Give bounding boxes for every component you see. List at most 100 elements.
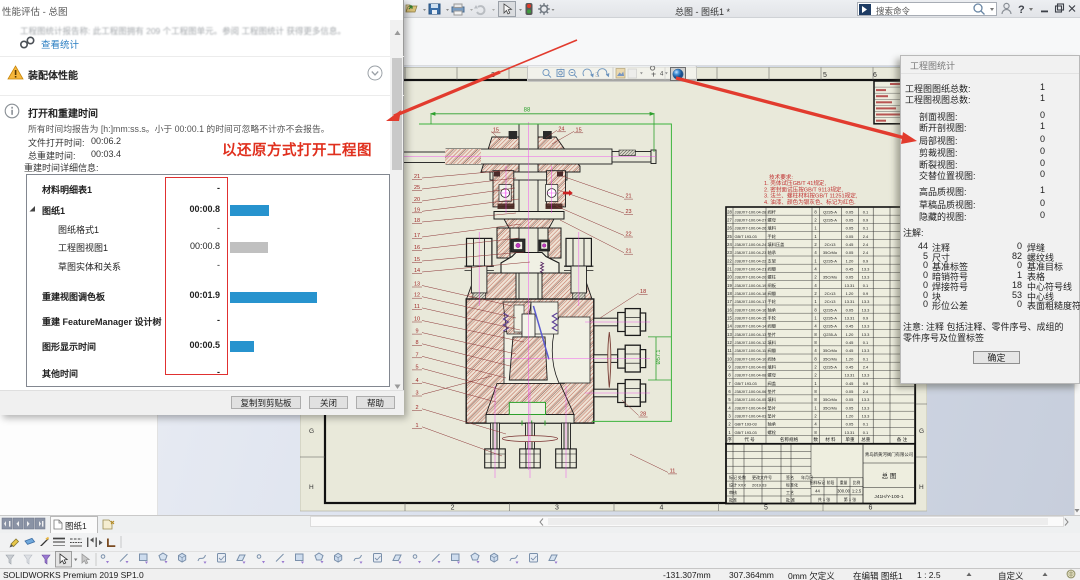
svg-text:G: G [919, 428, 924, 435]
svg-text:0.9: 0.9 [863, 316, 869, 321]
svg-text:7: 7 [415, 352, 418, 358]
svg-text:J38JX7-100.04-06: J38JX7-100.04-06 [735, 389, 767, 394]
svg-text:13.31: 13.31 [844, 373, 855, 378]
svg-text:手轮: 手轮 [768, 298, 777, 305]
svg-text:44: 44 [815, 488, 820, 493]
svg-text:0.05: 0.05 [846, 275, 855, 280]
svg-text:图样标记: 图样标记 [810, 480, 825, 485]
svg-text:35CrMo: 35CrMo [823, 405, 838, 410]
svg-text:更改文件号: 更改文件号 [752, 474, 772, 480]
svg-text:J38JX7-100.04-10: J38JX7-100.04-10 [735, 356, 768, 361]
svg-text:Q235-A: Q235-A [823, 218, 837, 223]
svg-text:11: 11 [727, 348, 732, 353]
svg-text:J41H/Y-100-1: J41H/Y-100-1 [874, 494, 903, 500]
svg-text:0.45: 0.45 [846, 381, 855, 386]
svg-text:J38JX7-100.04-03: J38JX7-100.04-03 [735, 414, 767, 419]
svg-text:标记: 标记 [729, 474, 737, 480]
svg-text:材 料: 材 料 [825, 436, 836, 443]
svg-text:18: 18 [727, 291, 732, 296]
svg-text:13.3: 13.3 [862, 324, 871, 329]
svg-text:H: H [919, 484, 924, 491]
svg-text:0.45: 0.45 [846, 267, 855, 272]
svg-text:GB/T 193-03: GB/T 193-03 [735, 422, 757, 427]
svg-text:0.1: 0.1 [863, 430, 869, 435]
svg-text:0.1: 0.1 [863, 226, 869, 231]
svg-text:15: 15 [727, 316, 732, 321]
svg-text:13.3: 13.3 [862, 267, 871, 272]
svg-text:H: H [309, 484, 314, 491]
svg-text:1.20: 1.20 [846, 258, 855, 263]
svg-text:处数: 处数 [738, 474, 746, 480]
svg-text:工艺: 工艺 [786, 490, 794, 495]
svg-text:4: 4 [660, 72, 664, 78]
svg-text:填料: 填料 [768, 396, 777, 403]
svg-text:XXX: XXX [738, 483, 746, 488]
svg-text:0.05: 0.05 [846, 209, 855, 214]
svg-text:序: 序 [727, 436, 732, 443]
svg-text:第 1 张: 第 1 张 [844, 496, 856, 502]
svg-text:300.00: 300.00 [837, 488, 850, 493]
svg-text:26: 26 [727, 226, 732, 231]
svg-text:阀盖: 阀盖 [768, 380, 776, 387]
svg-text:22: 22 [727, 258, 732, 263]
svg-text:轴承: 轴承 [768, 306, 777, 313]
svg-text:13: 13 [727, 332, 732, 337]
svg-text:17: 17 [414, 233, 420, 239]
svg-text:填料: 填料 [768, 364, 777, 371]
svg-text:35CrMo: 35CrMo [823, 275, 838, 280]
svg-text:18: 18 [414, 218, 420, 224]
svg-text:16: 16 [414, 245, 420, 251]
svg-text:手轮: 手轮 [768, 233, 777, 240]
svg-text:35CrMo: 35CrMo [823, 250, 838, 255]
svg-text:审核: 审核 [729, 489, 737, 495]
svg-text:支架: 支架 [768, 257, 776, 264]
svg-text:21: 21 [414, 174, 420, 180]
svg-text:标准化: 标准化 [786, 482, 798, 488]
svg-text:GB/T 193-03: GB/T 193-03 [735, 430, 757, 435]
svg-text:0.1: 0.1 [863, 340, 869, 345]
svg-text:名称规格: 名称规格 [780, 436, 799, 443]
svg-text:阀杆: 阀杆 [768, 208, 777, 215]
svg-text:12: 12 [414, 293, 420, 299]
svg-text:1.20: 1.20 [846, 414, 855, 419]
svg-text:手轮: 手轮 [768, 315, 777, 322]
svg-text:J38JX7-100.04-09: J38JX7-100.04-09 [735, 365, 767, 370]
svg-text:9: 9 [415, 329, 418, 335]
svg-text:22: 22 [625, 232, 631, 238]
svg-text:0.45: 0.45 [846, 324, 855, 329]
svg-text:阀体: 阀体 [768, 355, 777, 362]
svg-text:J38JX7-100.04-22: J38JX7-100.04-22 [735, 258, 767, 263]
svg-text:0.05: 0.05 [846, 218, 855, 223]
svg-text:0.1: 0.1 [863, 283, 869, 288]
svg-text:0.05: 0.05 [846, 234, 855, 239]
svg-text:阶段: 阶段 [827, 480, 835, 485]
svg-text:2.4: 2.4 [863, 389, 869, 394]
svg-text:0.45: 0.45 [846, 242, 855, 247]
svg-text:总 图: 总 图 [882, 471, 897, 480]
svg-text:88: 88 [524, 108, 531, 114]
svg-text:4: 4 [415, 378, 418, 384]
svg-text:J38JX7-100.04-11: J38JX7-100.04-11 [735, 348, 767, 353]
svg-text:1. 壳体试压GB/T 41规定,: 1. 壳体试压GB/T 41规定, [764, 179, 827, 187]
svg-text:18: 18 [640, 289, 646, 295]
svg-text:垫片: 垫片 [768, 404, 776, 411]
svg-text:0.05: 0.05 [846, 307, 855, 312]
svg-text:13.31: 13.31 [844, 316, 855, 321]
svg-text:比例: 比例 [853, 480, 861, 485]
svg-text:J38JX7-100.04-23: J38JX7-100.04-23 [735, 250, 767, 255]
svg-text:2: 2 [415, 405, 418, 411]
svg-text:13.3: 13.3 [862, 299, 871, 304]
svg-text:Q235-A: Q235-A [823, 365, 837, 370]
svg-text:阀瓣: 阀瓣 [768, 266, 777, 273]
svg-text:2. 密封面试压按GB/T 9113规定,: 2. 密封面试压按GB/T 9113规定, [764, 185, 844, 193]
svg-text:6: 6 [873, 72, 877, 79]
svg-text:螺柱: 螺柱 [768, 274, 777, 281]
svg-text:20: 20 [727, 275, 732, 280]
svg-text:0.45: 0.45 [846, 365, 855, 370]
svg-text:0.05: 0.05 [846, 226, 855, 231]
svg-text:24: 24 [558, 126, 564, 132]
svg-text:21: 21 [625, 194, 631, 200]
svg-text:1: 1 [415, 423, 418, 429]
svg-text:21: 21 [727, 267, 732, 272]
svg-text:年月日: 年月日 [801, 474, 813, 480]
